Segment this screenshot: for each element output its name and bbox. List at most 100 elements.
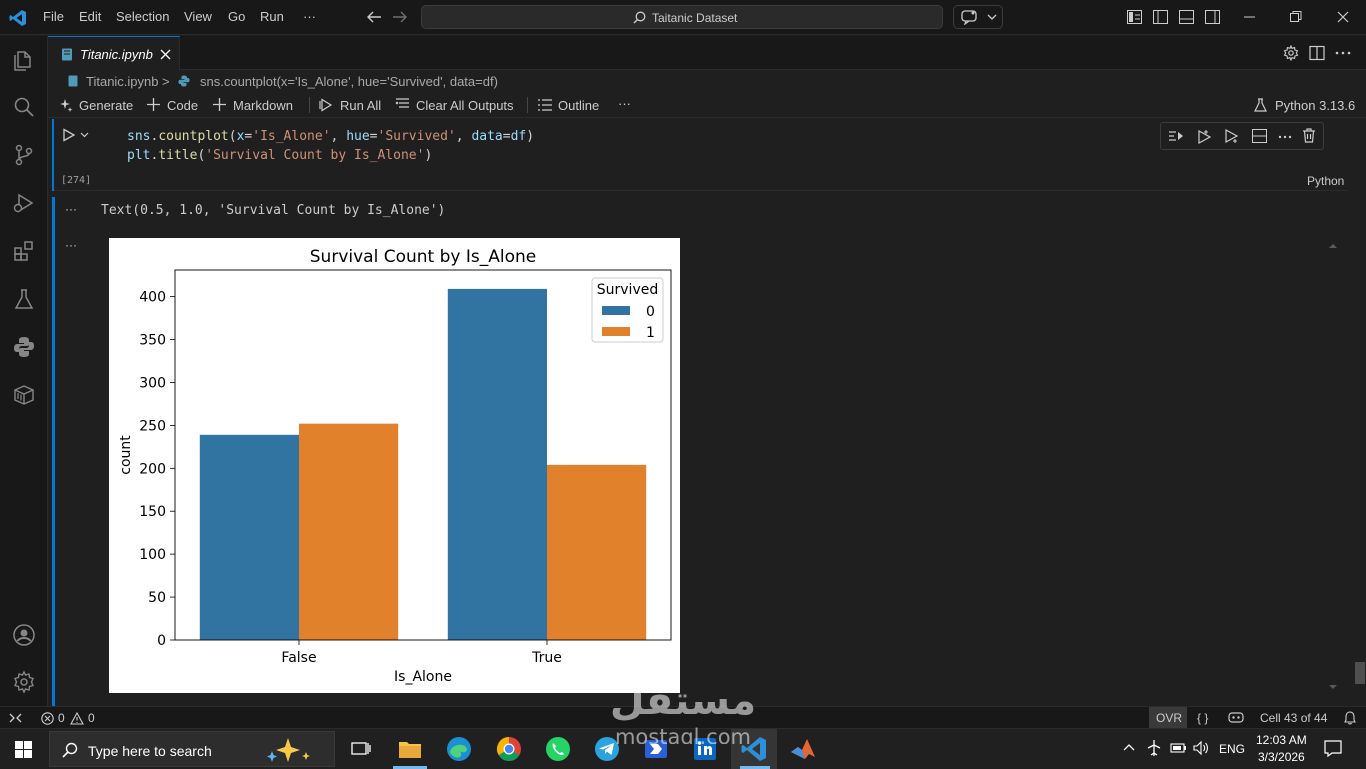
outline-button[interactable]: Outline bbox=[558, 98, 599, 113]
notebook-settings-gear-icon[interactable] bbox=[1283, 45, 1299, 61]
close-tab-icon[interactable] bbox=[160, 49, 171, 60]
breadcrumb-symbol[interactable]: sns.countplot(x='Is_Alone', hue='Survive… bbox=[200, 74, 498, 89]
menu-edit[interactable]: Edit bbox=[79, 9, 101, 24]
split-editor-icon[interactable] bbox=[1309, 45, 1325, 61]
scroll-down-icon[interactable] bbox=[1328, 684, 1338, 690]
windows-start-icon[interactable] bbox=[15, 741, 32, 758]
run-all-button[interactable]: Run All bbox=[340, 98, 381, 113]
y-axis-label: count bbox=[118, 435, 134, 475]
notifications-bell-icon[interactable] bbox=[1344, 711, 1356, 725]
toggle-primary-sidebar-icon[interactable] bbox=[1127, 10, 1142, 24]
linkedin-icon[interactable] bbox=[691, 735, 719, 763]
toggle-panel-icon[interactable] bbox=[1179, 10, 1194, 24]
execute-below-cells-icon[interactable] bbox=[1224, 129, 1240, 144]
taskbar-search-placeholder: Type here to search bbox=[88, 743, 212, 759]
power-automate-icon[interactable] bbox=[642, 735, 670, 763]
activity-bar bbox=[0, 36, 48, 706]
clear-all-outputs-button[interactable]: Clear All Outputs bbox=[416, 98, 514, 113]
search-highlight-stars-icon bbox=[264, 736, 324, 764]
more-actions-icon[interactable] bbox=[1335, 51, 1351, 55]
scroll-up-icon[interactable] bbox=[1328, 243, 1338, 249]
cell-position[interactable]: Cell 43 of 44 bbox=[1260, 711, 1327, 725]
add-code-button[interactable]: Code bbox=[167, 98, 198, 113]
legend-swatch-1 bbox=[602, 327, 630, 336]
testing-flask-icon[interactable] bbox=[12, 287, 36, 311]
airplane-mode-icon[interactable] bbox=[1146, 739, 1162, 757]
delete-trash-icon[interactable] bbox=[1302, 128, 1316, 143]
toggle-sidebar-icon[interactable] bbox=[1153, 10, 1168, 24]
toolbar-more-button[interactable]: ··· bbox=[618, 96, 631, 111]
menu-more[interactable]: ··· bbox=[303, 9, 316, 24]
source-control-icon[interactable] bbox=[12, 143, 36, 167]
cell-more-icon[interactable] bbox=[1278, 135, 1292, 139]
command-center-search[interactable]: Taitanic Dataset bbox=[421, 5, 943, 29]
close-icon[interactable] bbox=[1337, 11, 1349, 23]
run-and-debug-icon[interactable] bbox=[12, 191, 36, 215]
remote-indicator[interactable] bbox=[0, 707, 32, 729]
copilot-button[interactable] bbox=[953, 5, 1003, 29]
account-icon[interactable] bbox=[12, 623, 36, 647]
clock-time[interactable]: 12:03 AM bbox=[1256, 733, 1307, 747]
error-count[interactable]: 0 bbox=[58, 711, 65, 725]
run-options-chevron-down-icon[interactable] bbox=[80, 132, 89, 138]
warning-count[interactable]: 0 bbox=[88, 711, 95, 725]
minimize-icon[interactable] bbox=[1244, 16, 1256, 18]
countplot-chart: Survival Count by Is_AloneFalse True05010… bbox=[118, 247, 672, 685]
telegram-icon[interactable] bbox=[593, 735, 621, 763]
taskbar-search-box[interactable]: Type here to search bbox=[49, 731, 335, 767]
split-cell-icon[interactable] bbox=[1252, 129, 1267, 143]
plot-output-more-button[interactable]: ··· bbox=[65, 238, 77, 252]
matlab-icon[interactable] bbox=[789, 735, 817, 763]
output-focus-indicator bbox=[52, 197, 55, 706]
input-language[interactable]: ENG bbox=[1219, 742, 1245, 756]
copilot-status-icon[interactable] bbox=[1228, 711, 1244, 725]
editor-scrollbar-thumb[interactable] bbox=[1355, 662, 1365, 684]
chrome-browser-icon[interactable] bbox=[495, 735, 523, 763]
output-more-button[interactable]: ··· bbox=[65, 202, 77, 216]
kernel-picker[interactable]: Python 3.13.6 bbox=[1275, 98, 1355, 113]
cell-language[interactable]: Python bbox=[1307, 174, 1344, 188]
forward-arrow-icon[interactable] bbox=[392, 10, 408, 24]
task-view-icon[interactable] bbox=[347, 735, 375, 763]
y-tick-label: 150 bbox=[139, 504, 166, 520]
python-icon[interactable] bbox=[12, 335, 36, 359]
volume-icon[interactable] bbox=[1193, 740, 1210, 756]
settings-gear-icon[interactable] bbox=[12, 670, 36, 694]
breadcrumb-file[interactable]: Titanic.ipynb bbox=[86, 74, 159, 89]
extensions-icon[interactable] bbox=[12, 239, 36, 263]
restore-icon[interactable] bbox=[1290, 11, 1302, 23]
explorer-icon[interactable] bbox=[12, 47, 36, 71]
legend-swatch-0 bbox=[602, 306, 630, 315]
execute-above-cells-icon[interactable] bbox=[1197, 129, 1213, 144]
search-icon[interactable] bbox=[12, 95, 36, 119]
language-braces[interactable]: { } bbox=[1197, 711, 1208, 725]
y-tick-label: 200 bbox=[139, 461, 166, 477]
tray-chevron-up-icon[interactable] bbox=[1123, 743, 1135, 751]
menu-selection[interactable]: Selection bbox=[116, 9, 169, 24]
add-markdown-button[interactable]: Markdown bbox=[233, 98, 293, 113]
file-explorer-icon[interactable] bbox=[396, 735, 424, 763]
menu-go[interactable]: Go bbox=[228, 9, 245, 24]
execute-above-icon[interactable] bbox=[1168, 129, 1184, 143]
clock-date[interactable]: 3/3/2026 bbox=[1258, 750, 1305, 764]
toolbar-divider bbox=[309, 97, 310, 113]
whatsapp-icon[interactable] bbox=[544, 735, 572, 763]
toolbar-divider bbox=[527, 97, 528, 113]
run-cell-icon[interactable] bbox=[62, 128, 76, 142]
plot-output-image: Survival Count by Is_Alone False True 0 50 10… bbox=[109, 238, 680, 693]
y-tick-label: 300 bbox=[139, 375, 166, 391]
overwrite-mode-label: OVR bbox=[1156, 711, 1183, 725]
overwrite-mode-badge[interactable]: OVR bbox=[1149, 707, 1187, 729]
notification-center-icon[interactable] bbox=[1324, 740, 1342, 757]
menu-view[interactable]: View bbox=[184, 9, 212, 24]
vscode-taskbar-icon[interactable] bbox=[740, 735, 768, 763]
back-arrow-icon[interactable] bbox=[366, 10, 382, 24]
battery-icon[interactable] bbox=[1169, 742, 1187, 754]
menu-file[interactable]: File bbox=[43, 9, 64, 24]
menu-run[interactable]: Run bbox=[260, 9, 284, 24]
toggle-secondary-sidebar-icon[interactable] bbox=[1205, 10, 1220, 24]
edge-browser-icon[interactable] bbox=[445, 735, 473, 763]
tab-titanic-notebook[interactable]: Titanic.ipynb bbox=[48, 36, 180, 71]
generate-button[interactable]: Generate bbox=[79, 98, 133, 113]
containers-icon[interactable] bbox=[12, 383, 36, 407]
